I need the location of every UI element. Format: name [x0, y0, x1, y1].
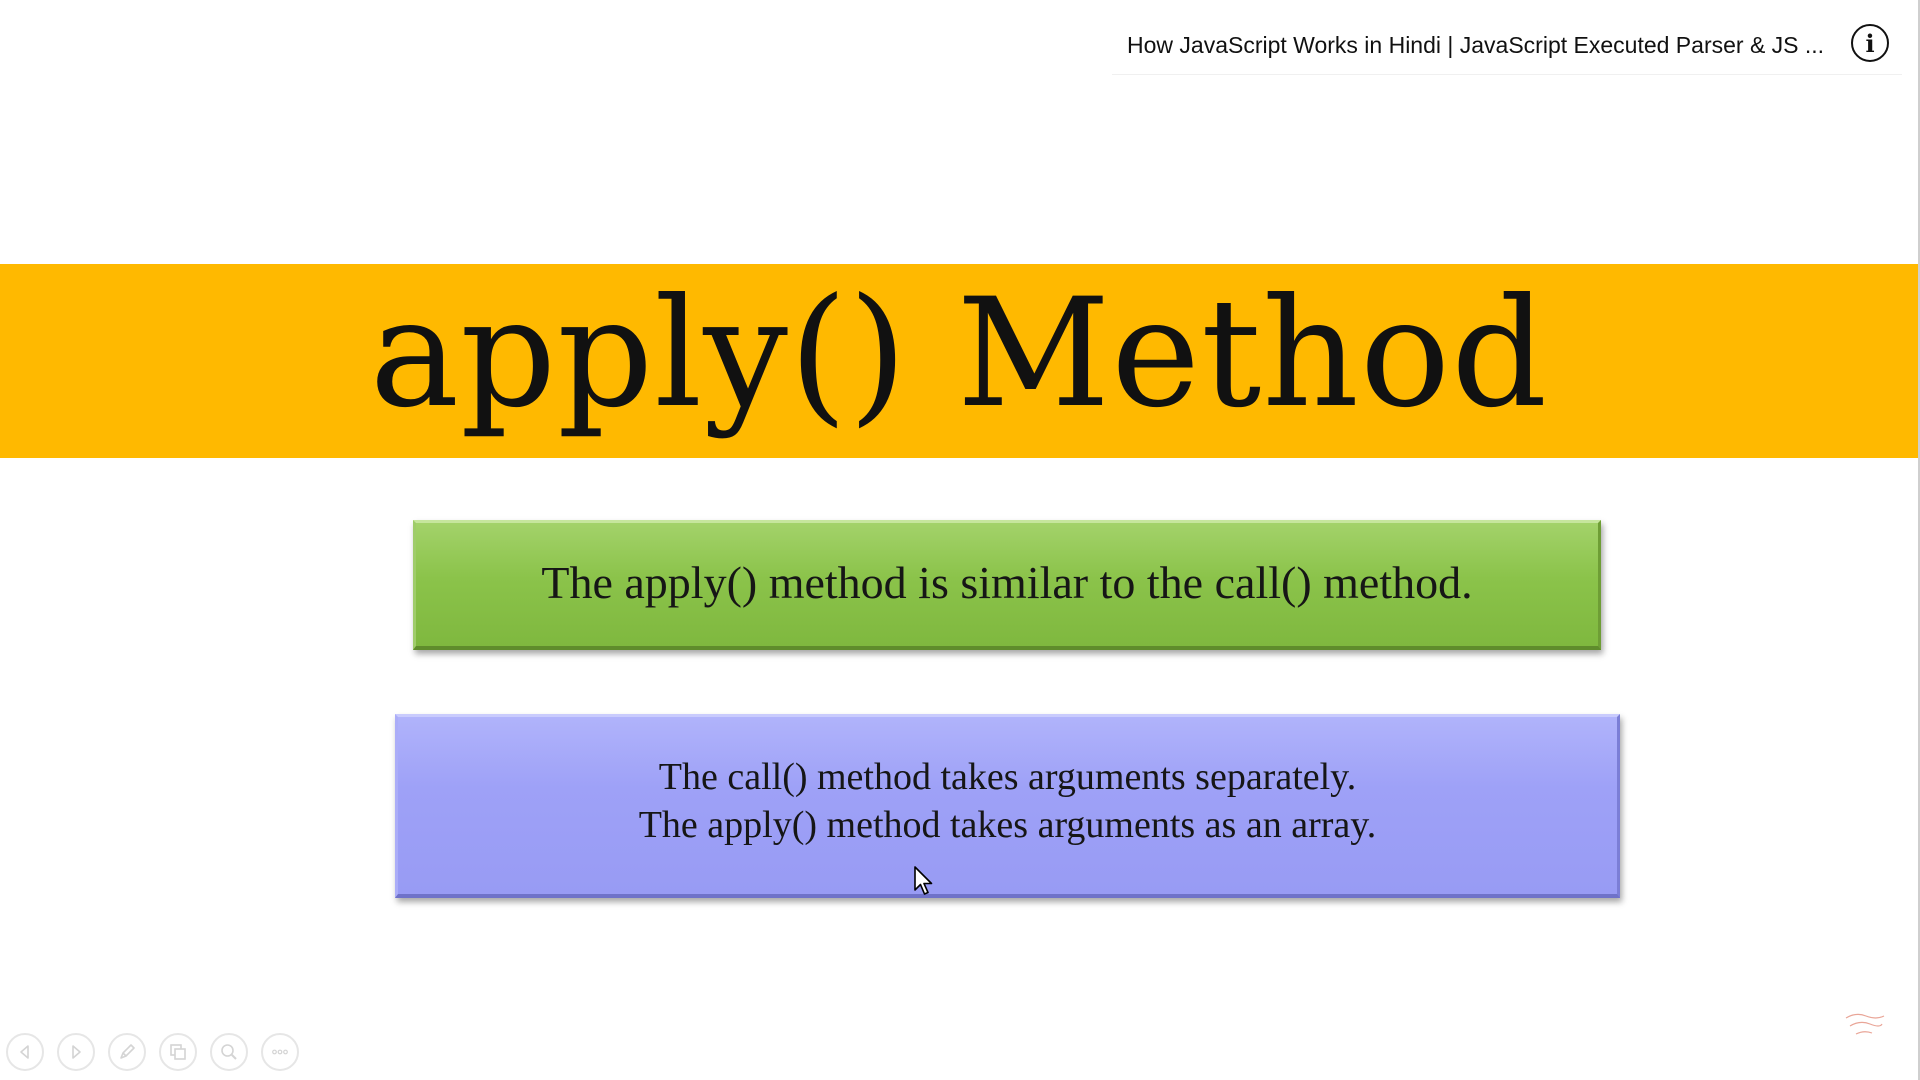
slides-icon[interactable]	[159, 1033, 197, 1071]
mouse-cursor-icon	[914, 866, 933, 895]
more-icon[interactable]	[261, 1033, 299, 1071]
definition-box: The apply() method is similar to the cal…	[413, 520, 1601, 650]
presentation-controls	[6, 1033, 299, 1071]
video-title[interactable]: How JavaScript Works in Hindi | JavaScri…	[1112, 32, 1847, 59]
next-icon[interactable]	[57, 1033, 95, 1071]
previous-icon[interactable]	[6, 1033, 44, 1071]
slide-title-band: apply() Method	[0, 264, 1918, 458]
definition-text: The apply() method is similar to the cal…	[541, 557, 1473, 608]
comparison-line-call: The call() method takes arguments separa…	[658, 755, 1357, 798]
channel-logo	[1845, 1013, 1885, 1035]
slide-title: apply() Method	[369, 267, 1549, 441]
comparison-line-apply: The apply() method takes arguments as an…	[638, 803, 1377, 846]
video-frame: How JavaScript Works in Hindi | JavaScri…	[0, 0, 1920, 1080]
zoom-icon[interactable]	[210, 1033, 248, 1071]
comparison-box: The call() method takes arguments separa…	[395, 714, 1620, 898]
info-icon[interactable]: i	[1851, 24, 1889, 62]
video-title-bar: How JavaScript Works in Hindi | JavaScri…	[1112, 16, 1902, 75]
pen-icon[interactable]	[108, 1033, 146, 1071]
